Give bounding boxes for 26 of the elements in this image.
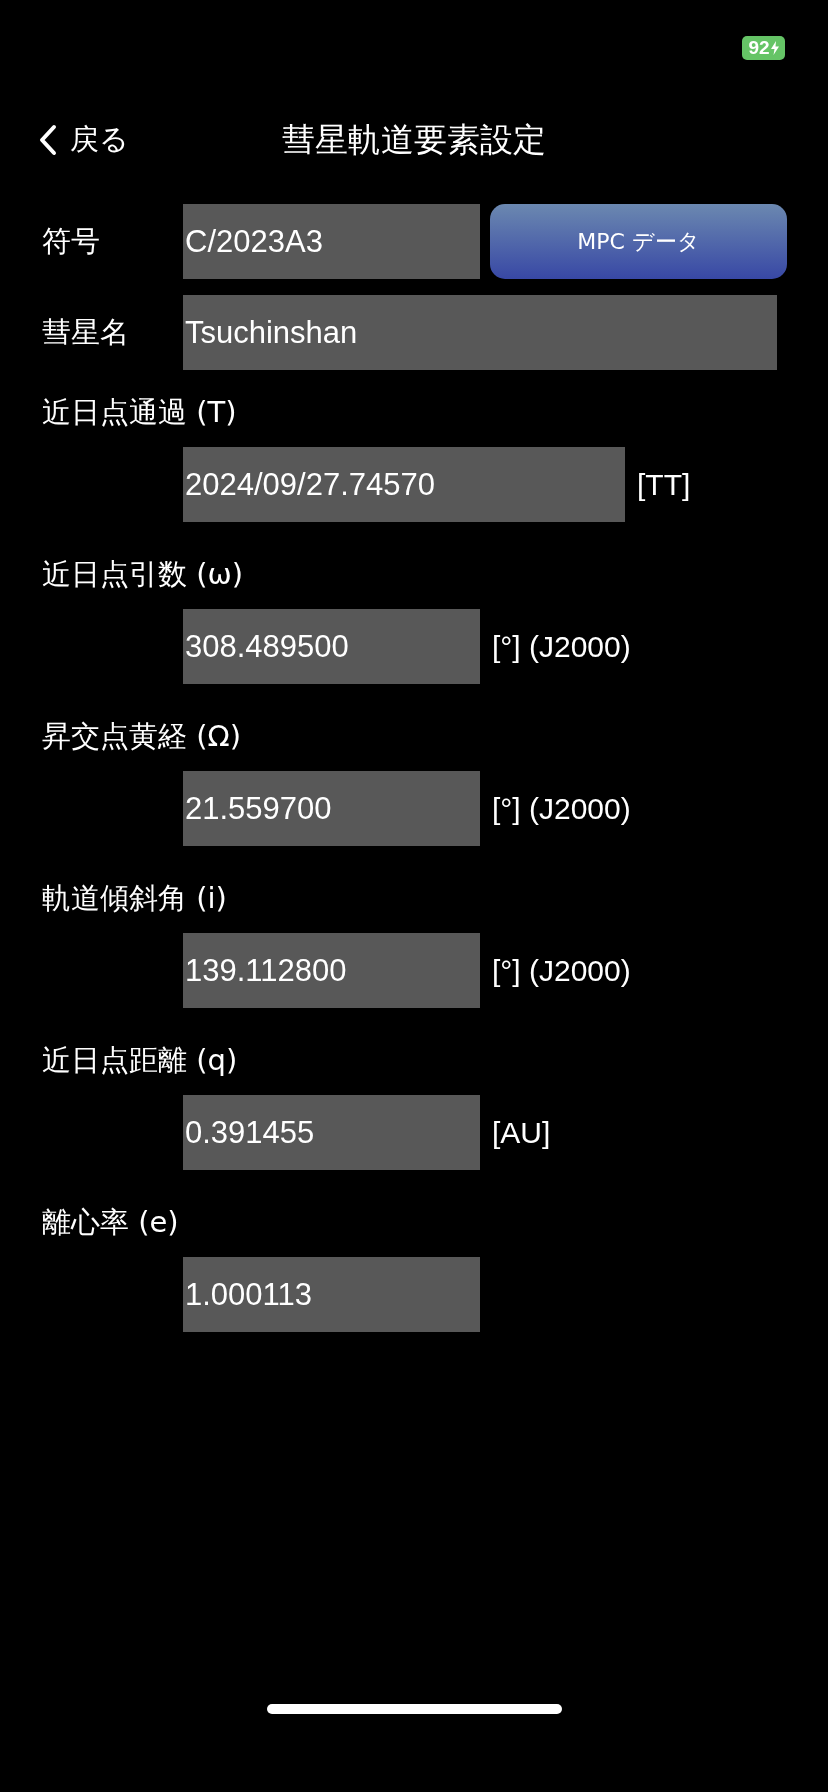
chevron-left-icon bbox=[38, 124, 58, 156]
battery-indicator: 92 bbox=[742, 36, 785, 60]
screen-title: 彗星軌道要素設定 bbox=[282, 118, 546, 161]
field-label: 近日点距離 (q) bbox=[41, 1042, 239, 1079]
text-field[interactable]: Tsuchinshan bbox=[183, 295, 777, 370]
field-label: 彗星名 bbox=[41, 313, 130, 351]
unit-label: [°] (J2000) bbox=[492, 953, 631, 988]
back-button[interactable]: 戻る bbox=[38, 120, 129, 160]
text-field[interactable]: 139.112800 bbox=[183, 933, 480, 1008]
field-label: 近日点引数 (ω) bbox=[41, 556, 245, 593]
unit-label: [°] (J2000) bbox=[492, 629, 631, 664]
unit-label: [TT] bbox=[637, 467, 691, 502]
text-field[interactable]: 1.000113 bbox=[183, 1257, 480, 1332]
text-field[interactable]: 308.489500 bbox=[183, 609, 480, 684]
field-label: 昇交点黄経 (Ω) bbox=[41, 718, 242, 755]
field-label: 符号 bbox=[41, 222, 101, 260]
unit-label: [°] (J2000) bbox=[492, 791, 631, 826]
mpc-data-button[interactable]: MPC データ bbox=[490, 204, 787, 279]
text-field[interactable]: 21.559700 bbox=[183, 771, 480, 846]
field-label: 軌道傾斜角 (i) bbox=[41, 880, 228, 917]
unit-label: [AU] bbox=[492, 1115, 551, 1150]
field-label: 離心率 (e) bbox=[41, 1204, 180, 1241]
field-label: 近日点通過 (T) bbox=[41, 394, 238, 431]
text-field[interactable]: C/2023A3 bbox=[183, 204, 480, 279]
text-field[interactable]: 0.391455 bbox=[183, 1095, 480, 1170]
text-field[interactable]: 2024/09/27.74570 bbox=[183, 447, 625, 522]
